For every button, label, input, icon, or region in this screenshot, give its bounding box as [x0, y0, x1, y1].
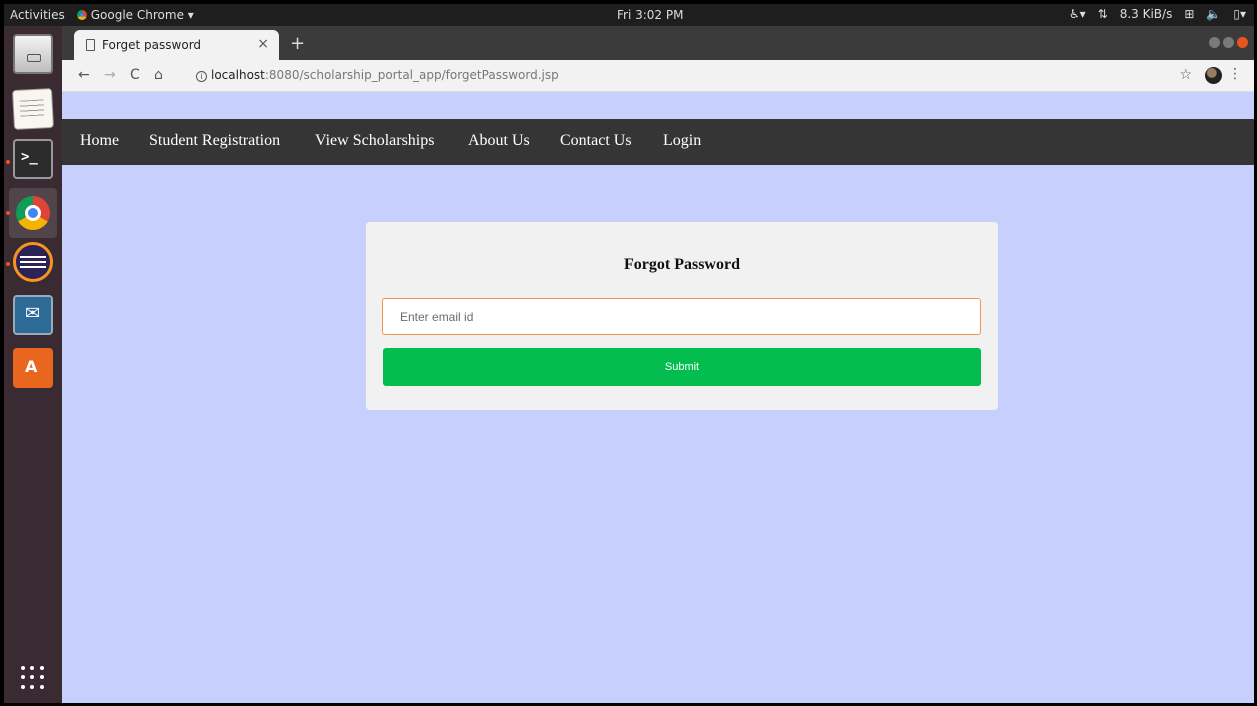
tab-forget-password[interactable]: Forget password × [74, 30, 279, 60]
forgot-password-card: Forgot Password Submit [366, 222, 998, 410]
nav-contact-us[interactable]: Contact Us [560, 132, 632, 150]
tab-strip: Forget password × + [62, 26, 1254, 60]
volume-icon[interactable]: 🔈 [1206, 7, 1221, 21]
files-app-icon[interactable] [13, 34, 53, 74]
network-activity-icon: ⇅ [1097, 7, 1108, 21]
window-controls [1209, 37, 1248, 48]
page-icon [86, 39, 95, 51]
text-editor-icon[interactable] [11, 87, 55, 131]
network-speed: 8.3 KiB/s [1119, 7, 1173, 21]
chrome-launcher[interactable] [9, 188, 57, 238]
address-bar[interactable]: i localhost:8080/scholarship_portal_app/f… [196, 68, 559, 82]
launcher-dock [4, 26, 62, 703]
menu-kebab-icon[interactable]: ⋮ [1228, 66, 1242, 82]
reload-icon[interactable]: C [130, 67, 140, 83]
software-store-icon[interactable] [13, 348, 53, 388]
battery-icon[interactable]: ▯▾ [1233, 7, 1246, 21]
activities-button[interactable]: Activities [10, 8, 65, 22]
email-input[interactable] [382, 298, 981, 335]
web-page: Home Student Registration View Scholarsh… [62, 92, 1254, 703]
nav-view-scholarships[interactable]: View Scholarships [315, 132, 434, 150]
clock[interactable]: Fri 3:02 PM [617, 8, 683, 22]
submit-button[interactable]: Submit [383, 348, 981, 386]
url-host: localhost [211, 68, 265, 82]
maximize-button[interactable] [1223, 37, 1234, 48]
back-arrow-icon[interactable]: ← [78, 67, 90, 83]
terminal-icon[interactable] [13, 139, 53, 179]
browser-toolbar: ← → C ⌂ i localhost:8080/scholarship_port… [62, 60, 1254, 92]
eclipse-icon[interactable] [13, 242, 53, 282]
home-icon[interactable]: ⌂ [154, 67, 163, 83]
new-tab-button[interactable]: + [290, 33, 305, 54]
running-indicator [6, 160, 10, 164]
url-path: :8080/scholarship_portal_app/forgetPassw… [264, 68, 559, 82]
forward-arrow-icon[interactable]: → [104, 67, 116, 83]
nav-about-us[interactable]: About Us [468, 132, 530, 150]
chrome-icon [76, 10, 87, 20]
show-apps-icon[interactable] [21, 666, 45, 690]
browser-window: Forget password × + ← → C ⌂ i localhost:8… [62, 26, 1254, 703]
close-window-button[interactable] [1237, 37, 1248, 48]
chrome-icon [16, 196, 50, 230]
app-menu-label: Google Chrome ▾ [90, 8, 194, 22]
info-icon[interactable]: i [196, 71, 207, 82]
accessibility-icon[interactable]: ♿▾ [1069, 7, 1086, 21]
form-title: Forgot Password [624, 256, 740, 273]
bookmark-star-icon[interactable]: ☆ [1179, 67, 1192, 83]
close-tab-icon[interactable]: × [257, 36, 269, 52]
network-icon[interactable]: ⊞ [1184, 7, 1194, 21]
running-indicator [6, 262, 10, 266]
minimize-button[interactable] [1209, 37, 1220, 48]
nav-student-registration[interactable]: Student Registration [149, 132, 280, 150]
site-navbar: Home Student Registration View Scholarsh… [62, 119, 1254, 165]
mysql-workbench-icon[interactable] [13, 295, 53, 335]
running-indicator [6, 211, 10, 215]
app-menu[interactable]: Google Chrome ▾ [76, 8, 194, 22]
nav-login[interactable]: Login [663, 132, 701, 150]
desktop-screen: Activities Google Chrome ▾ Fri 3:02 PM ♿… [4, 4, 1254, 703]
nav-home[interactable]: Home [80, 132, 119, 150]
profile-avatar[interactable] [1205, 67, 1222, 84]
system-top-bar: Activities Google Chrome ▾ Fri 3:02 PM ♿… [4, 4, 1254, 26]
tab-title: Forget password [102, 38, 202, 52]
